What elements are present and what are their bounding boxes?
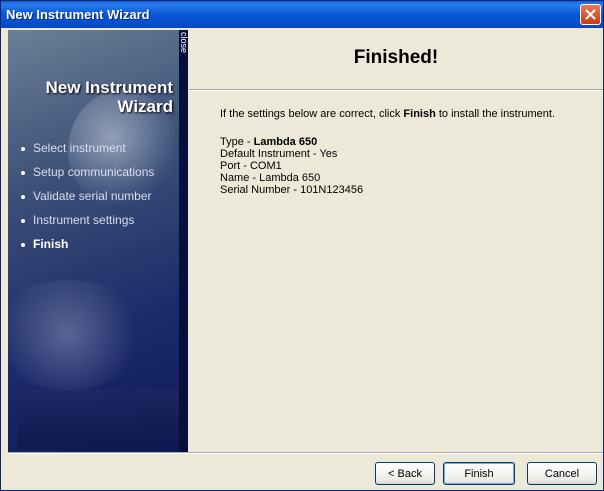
settings-summary: Type - Lambda 650 Default Instrument - Y…: [220, 136, 363, 196]
wizard-window: New Instrument Wizard close New Instrume…: [0, 0, 604, 491]
window-title: New Instrument Wizard: [6, 7, 150, 22]
name-line: Name - Lambda 650: [220, 172, 321, 184]
back-button[interactable]: < Back: [375, 462, 435, 485]
step-finish: Finish: [21, 236, 154, 260]
step-instrument-settings: Instrument settings: [21, 212, 154, 236]
wizard-steps: Select instrument Setup communications V…: [21, 140, 154, 260]
type-line: Type - Lambda 650: [220, 136, 318, 148]
heading-divider: [189, 89, 603, 91]
bullet-icon: [21, 218, 25, 223]
bullet-icon: [21, 170, 25, 175]
page-title: Finished!: [353, 47, 439, 68]
bullet-icon: [21, 194, 25, 199]
footer-divider: [8, 452, 603, 454]
sidebar-title: New Instrument Wizard: [45, 78, 173, 116]
wizard-content: Finished! If the settings below are corr…: [189, 30, 603, 452]
finish-button[interactable]: Finish: [443, 462, 515, 485]
bullet-icon: [21, 146, 25, 151]
default-instrument-line: Default Instrument - Yes: [220, 148, 338, 160]
step-select-instrument: Select instrument: [21, 140, 154, 164]
port-line: Port - COM1: [220, 160, 282, 172]
title-bar[interactable]: New Instrument Wizard: [1, 1, 603, 28]
wizard-sidebar: close New Instrument Wizard Select instr…: [8, 30, 188, 452]
sidebar-close-tab[interactable]: close: [179, 32, 188, 74]
bullet-icon: [21, 242, 25, 247]
cancel-button[interactable]: Cancel: [527, 462, 597, 485]
window-close-button[interactable]: [580, 4, 601, 25]
close-x-icon: [585, 9, 596, 20]
serial-number-line: Serial Number - 101N123456: [220, 184, 364, 196]
instruction-text: If the settings below are correct, click…: [220, 108, 556, 120]
step-validate-serial-number: Validate serial number: [21, 188, 154, 212]
step-setup-communications: Setup communications: [21, 164, 154, 188]
